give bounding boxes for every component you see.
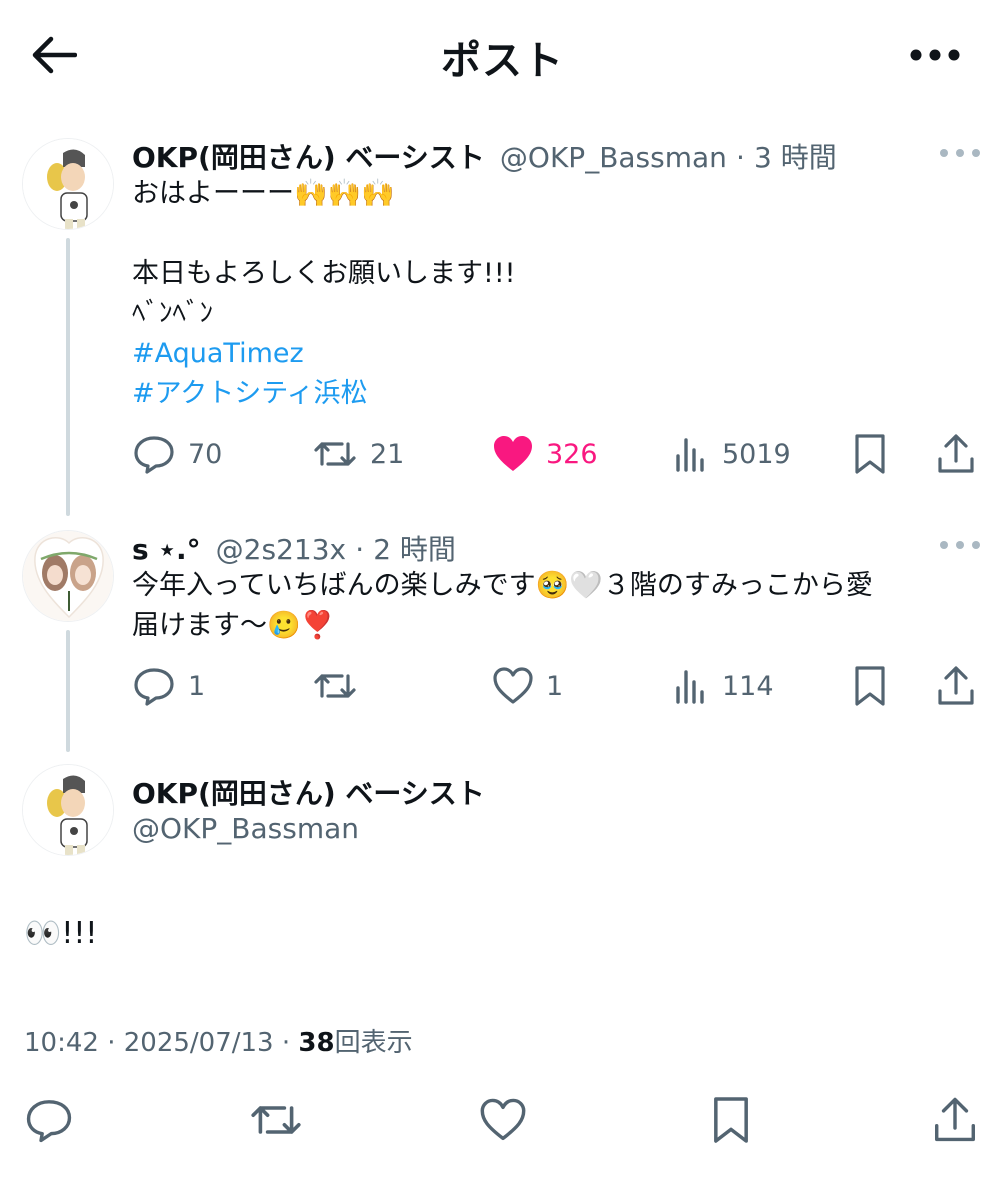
reply-button[interactable]: 1 xyxy=(132,664,205,708)
post-text-line: ﾍﾞﾝﾍﾞﾝ xyxy=(132,298,213,329)
bookmark-icon xyxy=(855,434,885,474)
like-icon xyxy=(480,1098,526,1141)
post-time[interactable]: 10:42 xyxy=(24,1028,99,1058)
main-post-text: 👀!!! xyxy=(24,916,98,951)
thread-connector xyxy=(66,630,70,752)
post-header: s ⋆.° @2s213x · 2 時間 xyxy=(132,528,456,568)
views-label: 回表示 xyxy=(334,1028,413,1058)
reply-button[interactable]: 70 xyxy=(132,432,222,476)
like-count: 1 xyxy=(546,670,564,702)
reply-icon xyxy=(26,1100,72,1143)
bookmark-icon xyxy=(855,666,885,706)
more-horizontal-icon xyxy=(910,49,960,61)
repost-button[interactable] xyxy=(248,1098,304,1142)
bookmark-button[interactable] xyxy=(852,664,888,708)
reply-count: 1 xyxy=(188,670,206,702)
display-name[interactable]: OKP(岡田さん) ベーシスト xyxy=(132,772,485,812)
avatar-illustration-icon xyxy=(23,765,113,855)
post-more-button[interactable] xyxy=(940,538,980,552)
post-text-line: おはよーーー🙌🙌🙌 xyxy=(132,178,395,209)
post-body: おはよーーー🙌🙌🙌 本日もよろしくお願いします!!! ﾍﾞﾝﾍﾞﾝ #AquaT… xyxy=(132,174,515,414)
hashtag-link[interactable]: #AquaTimez xyxy=(132,334,515,374)
user-handle[interactable]: @OKP_Bassman xyxy=(500,141,727,174)
post-time[interactable]: 2 時間 xyxy=(373,533,456,566)
post-text-line xyxy=(132,214,515,254)
repost-button[interactable] xyxy=(312,664,370,708)
repost-icon xyxy=(251,1106,301,1134)
reply-icon xyxy=(134,436,174,474)
like-icon xyxy=(493,667,533,704)
views-icon xyxy=(676,438,704,472)
top-bar: ポスト xyxy=(0,0,1005,110)
hashtag-link[interactable]: #アクトシティ浜松 xyxy=(132,374,515,414)
post-body: 今年入っていちばんの楽しみです🥹🤍３階のすみっこから愛 届けます〜🥲❣️ xyxy=(132,566,873,646)
like-count: 326 xyxy=(546,438,598,470)
user-handle[interactable]: @2s213x xyxy=(216,533,346,566)
repost-icon xyxy=(314,674,356,698)
main-post-author[interactable]: OKP(岡田さん) ベーシスト xyxy=(132,772,485,812)
display-name[interactable]: OKP(岡田さん) ベーシスト xyxy=(132,141,485,174)
share-icon xyxy=(938,666,974,705)
separator: · xyxy=(281,1028,291,1058)
avatar-illustration-icon xyxy=(23,139,113,229)
post-text-line: 本日もよろしくお願いします!!! xyxy=(132,258,516,289)
share-icon xyxy=(935,1097,975,1142)
post-date[interactable]: 2025/07/13 xyxy=(124,1028,274,1058)
separator: · xyxy=(355,533,365,566)
share-icon xyxy=(938,434,974,473)
views-count: 114 xyxy=(722,670,774,702)
like-filled-icon xyxy=(494,436,532,471)
post-text-line: 今年入っていちばんの楽しみです🥹🤍３階のすみっこから愛 xyxy=(132,570,873,601)
avatar-illustration-icon xyxy=(23,531,113,621)
share-button[interactable] xyxy=(936,664,976,708)
repost-button[interactable]: 21 xyxy=(312,432,404,476)
separator: · xyxy=(736,141,745,174)
like-button[interactable]: 1 xyxy=(492,664,563,708)
views-button[interactable]: 114 xyxy=(674,664,774,708)
post-time[interactable]: 3 時間 xyxy=(754,141,837,174)
views-count: 38 xyxy=(298,1028,335,1058)
reply-icon xyxy=(134,668,174,706)
repost-count: 21 xyxy=(370,438,405,470)
display-name[interactable]: s ⋆.° xyxy=(132,533,201,566)
page-title: ポスト xyxy=(441,38,564,84)
views-icon xyxy=(676,670,704,704)
bookmark-icon xyxy=(714,1097,748,1143)
repost-icon xyxy=(314,442,356,466)
like-button[interactable] xyxy=(478,1098,528,1142)
post-timestamp: 10:42 · 2025/07/13 · 38回表示 xyxy=(24,1022,413,1059)
avatar[interactable] xyxy=(22,138,114,230)
views-count: 5019 xyxy=(722,438,791,470)
thread-connector xyxy=(66,238,70,516)
post-header: OKP(岡田さん) ベーシスト @OKP_Bassman · 3 時間 xyxy=(132,136,837,176)
views-button[interactable]: 5019 xyxy=(674,432,791,476)
separator: · xyxy=(107,1028,116,1058)
more-button[interactable] xyxy=(905,38,965,72)
bookmark-button[interactable] xyxy=(710,1097,752,1143)
avatar[interactable] xyxy=(22,764,114,856)
share-button[interactable] xyxy=(936,432,976,476)
post-more-button[interactable] xyxy=(940,146,980,160)
like-button[interactable]: 326 xyxy=(492,432,598,476)
reply-count: 70 xyxy=(188,438,223,470)
post-text-line: 届けます〜🥲❣️ xyxy=(132,610,335,641)
avatar[interactable] xyxy=(22,530,114,622)
share-button[interactable] xyxy=(932,1097,978,1142)
main-post-handle-row: @OKP_Bassman xyxy=(132,812,359,845)
reply-button[interactable] xyxy=(24,1098,74,1143)
bookmark-button[interactable] xyxy=(852,432,888,476)
user-handle[interactable]: @OKP_Bassman xyxy=(132,812,359,845)
